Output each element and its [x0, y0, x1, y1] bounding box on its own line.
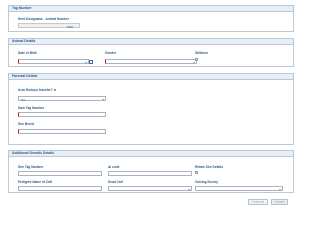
ai-code-label: AI code [108, 165, 120, 169]
animal-details-panel: Animal Details Date of Birth Gender Stil… [8, 38, 294, 67]
retain-sire-checkbox[interactable] [195, 171, 198, 174]
herd-designator-label: Herd Designator - Animal Number [18, 17, 70, 21]
date-of-birth-label: Date of Birth [18, 51, 38, 55]
retain-sire-label: Retain Sire Details [195, 165, 223, 169]
calendar-icon[interactable] [89, 60, 93, 65]
sire-tag-label: Sire Tag Number [18, 165, 44, 169]
herd-designator-field: 1300 [18, 23, 80, 29]
stillborn-label: Stillborn [195, 51, 208, 55]
embryo-transfer-select[interactable]: NO [18, 96, 106, 102]
dam-tag-label: Dam Tag Number [18, 106, 45, 110]
sire-breed-input[interactable] [18, 129, 106, 134]
embryo-transfer-label-text: Is an Embryo transfer? [18, 88, 53, 92]
chevron-down-icon [278, 188, 281, 190]
sire-tag-input[interactable] [18, 171, 102, 176]
pedigree-input[interactable] [18, 186, 102, 191]
animal-details-header: Animal Details [9, 39, 293, 45]
calving-survey-select[interactable] [195, 186, 283, 191]
tag-number-panel: Tag Number Herd Designator - Animal Numb… [8, 5, 294, 32]
parental-details-header: Parental Details [9, 74, 293, 80]
additional-details-panel: Additional Genetic Details Sire Tag Numb… [8, 150, 294, 193]
gender-select[interactable] [105, 59, 197, 64]
additional-details-header: Additional Genetic Details [9, 151, 293, 157]
calving-survey-label: Calving Survey [195, 180, 219, 184]
herd-designator-value: 1300 [66, 24, 73, 29]
parental-details-panel: Parental Details Is an Embryo transfer? … [8, 73, 294, 145]
dead-calf-select[interactable] [108, 186, 192, 191]
chevron-down-icon [187, 188, 190, 190]
cancel-button[interactable]: Cancel [271, 199, 288, 205]
gender-label: Gender [105, 51, 117, 55]
dead-calf-label: Dead Calf [108, 180, 123, 184]
stillborn-checkbox[interactable] [195, 58, 198, 61]
embryo-transfer-value: NO [21, 97, 26, 102]
dam-tag-input[interactable] [18, 112, 106, 117]
sire-breed-label: Sire Breed [18, 122, 34, 126]
chevron-down-icon [192, 61, 195, 63]
ai-code-input[interactable] [108, 171, 192, 176]
tag-number-header: Tag Number [9, 6, 293, 12]
date-of-birth-field[interactable] [18, 59, 93, 65]
chevron-down-icon [84, 61, 87, 63]
embryo-transfer-label: Is an Embryo transfer? [18, 88, 57, 92]
info-icon[interactable] [53, 88, 57, 92]
continue-button[interactable]: Continue [248, 199, 268, 205]
pedigree-label: Pedigree Name of Calf [18, 180, 52, 184]
chevron-down-icon [101, 98, 104, 100]
